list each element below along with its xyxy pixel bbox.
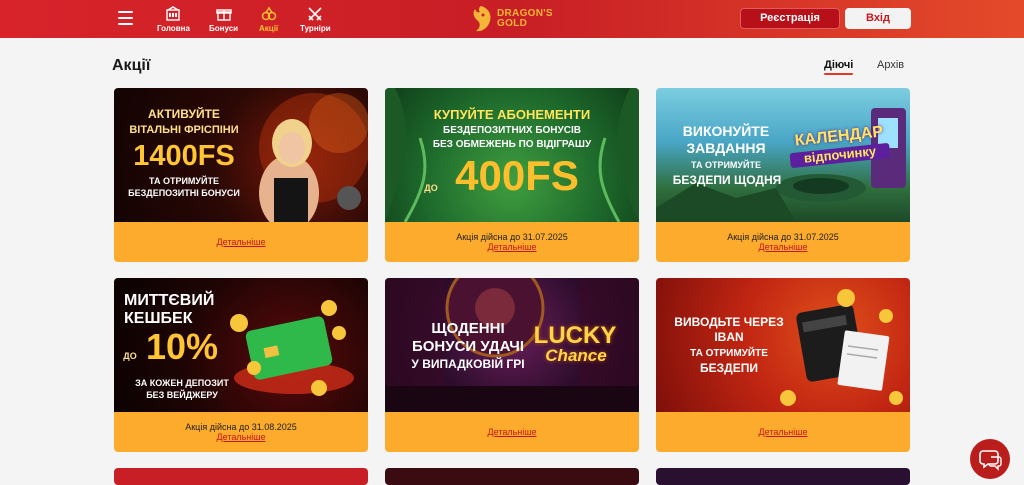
casino-icon <box>166 6 181 21</box>
banner-line: ТА ОТРИМУЙТЕ <box>149 176 219 186</box>
promo-card[interactable]: КУПУЙТЕ АБОНЕМЕНТИ БЕЗДЕПОЗИТНИХ БОНУСІВ… <box>385 88 639 262</box>
banner-amount: 1400FS <box>133 140 235 172</box>
banner-logo-chance: Chance <box>545 346 607 365</box>
nav-item-home[interactable]: Головна <box>157 6 190 33</box>
dragon-icon <box>473 6 491 32</box>
login-button[interactable]: Вхід <box>845 8 911 29</box>
promo-banner-iban[interactable]: ВИВОДЬТЕ ЧЕРЕЗ IBAN ТА ОТРИМУЙТЕ БЕЗДЕПИ <box>656 278 910 412</box>
promo-card-footer: Детальніше <box>385 412 639 452</box>
banner-line: ТА ОТРИМУЙТЕ <box>690 348 768 359</box>
logo-line2: GOLD <box>497 18 528 29</box>
banner-line: АКТИВУЙТЕ <box>148 107 220 121</box>
banner-line: IBAN <box>714 330 744 344</box>
promo-card-footer: Детальніше <box>656 412 910 452</box>
support-chat-button[interactable] <box>970 439 1010 479</box>
swords-icon <box>308 7 322 21</box>
gift-icon <box>215 9 232 21</box>
banner-amount: 400FS <box>455 152 579 199</box>
details-link[interactable]: Детальніше <box>656 427 910 437</box>
promo-card[interactable]: ВИВОДЬТЕ ЧЕРЕЗ IBAN ТА ОТРИМУЙТЕ БЕЗДЕПИ… <box>656 278 910 452</box>
details-link[interactable]: Детальніше <box>385 427 639 437</box>
banner-line: БЕЗ ВЕЙДЖЕРУ <box>146 390 218 400</box>
page-title: Акції <box>112 57 151 74</box>
promo-card-partial[interactable] <box>385 468 639 485</box>
banner-line: ЗАВДАННЯ <box>686 140 766 156</box>
banner-line: ЩОДЕННІ <box>431 320 505 337</box>
chat-bubble-icon <box>979 450 1002 471</box>
promo-banner-cashback[interactable]: МИТТЄВИЙ КЕШБЕК ДО 10% ЗА КОЖЕН ДЕПОЗИТ … <box>114 278 368 412</box>
nav-item-tournaments[interactable]: Турніри <box>300 6 331 33</box>
details-link[interactable]: Детальніше <box>114 432 368 442</box>
banner-line: БОНУСИ УДАЧІ <box>411 338 525 355</box>
banner-line: БЕЗДЕПИ ЩОДНЯ <box>672 173 782 187</box>
banner-line: БЕЗДЕПОЗИТНІ БОНУСИ <box>128 188 240 198</box>
banner-line: МИТТЄВИЙ <box>124 292 215 309</box>
tab-active[interactable]: Діючі <box>824 59 854 75</box>
banner-amount: 10% <box>145 326 219 367</box>
promo-banner-freespins[interactable]: АКТИВУЙТЕ ВІТАЛЬНІ ФРІСПІНИ 1400FS ТА ОТ… <box>114 88 368 222</box>
nav-label-bonuses: Бонуси <box>209 24 239 33</box>
promo-icon <box>261 6 276 21</box>
banner-line: БЕЗДЕПИ <box>700 361 758 375</box>
banner-line: У ВИПАДКОВІЙ ГРІ <box>411 357 525 371</box>
promo-card[interactable]: ВИКОНУЙТЕ ЗАВДАННЯ ТА ОТРИМУЙТЕ БЕЗДЕПИ … <box>656 88 910 262</box>
nav-label-promotions: Акції <box>259 24 279 33</box>
banner-line: ЗА КОЖЕН ДЕПОЗИТ <box>135 378 229 388</box>
promo-banner-lucky-chance[interactable]: ЩОДЕННІ БОНУСИ УДАЧІ У ВИПАДКОВІЙ ГРІ LU… <box>385 278 639 412</box>
promo-card-partial[interactable] <box>114 468 368 485</box>
banner-line: ВИКОНУЙТЕ <box>682 123 770 139</box>
banner-line: ВІТАЛЬНІ ФРІСПІНИ <box>129 124 239 136</box>
promo-validity: Акція дійсна до 31.07.2025 <box>456 232 568 242</box>
promo-banner-calendar[interactable]: ВИКОНУЙТЕ ЗАВДАННЯ ТА ОТРИМУЙТЕ БЕЗДЕПИ … <box>656 88 910 222</box>
tab-archive[interactable]: Архів <box>877 59 904 71</box>
promo-card[interactable]: АКТИВУЙТЕ ВІТАЛЬНІ ФРІСПІНИ 1400FS ТА ОТ… <box>114 88 368 262</box>
banner-line: БЕЗ ОБМЕЖЕНЬ ПО ВІДІГРАШУ <box>432 139 592 150</box>
wallet-decoration <box>780 289 903 406</box>
banner-line: ВИВОДЬТЕ ЧЕРЕЗ <box>674 315 784 329</box>
dragons-gold-logo[interactable]: DRAGON'S GOLD <box>468 3 553 35</box>
promo-card-footer: Детальніше <box>114 222 368 262</box>
nav-label-home: Головна <box>157 24 190 33</box>
promo-card-footer: Акція дійсна до 31.07.2025 Детальніше <box>385 222 639 262</box>
promo-validity: Акція дійсна до 31.07.2025 <box>727 232 839 242</box>
banner-line: БЕЗДЕПОЗИТНИХ БОНУСІВ <box>443 125 581 136</box>
promo-validity: Акція дійсна до 31.08.2025 <box>185 422 297 432</box>
register-button[interactable]: Реєстрація <box>740 8 840 29</box>
menu-icon[interactable] <box>118 11 133 25</box>
promo-card[interactable]: ЩОДЕННІ БОНУСИ УДАЧІ У ВИПАДКОВІЙ ГРІ LU… <box>385 278 639 452</box>
banner-line: КУПУЙТЕ АБОНЕМЕНТИ <box>433 107 591 122</box>
promo-card-partial[interactable] <box>656 468 910 485</box>
nav-item-bonuses[interactable]: Бонуси <box>209 6 238 33</box>
promo-card[interactable]: МИТТЄВИЙ КЕШБЕК ДО 10% ЗА КОЖЕН ДЕПОЗИТ … <box>114 278 368 452</box>
banner-line: ТА ОТРИМУЙТЕ <box>691 160 761 170</box>
promo-card-footer: Акція дійсна до 31.08.2025 Детальніше <box>114 412 368 452</box>
details-link[interactable]: Детальніше <box>385 242 639 252</box>
nav-label-tournaments: Турніри <box>300 24 331 33</box>
details-link[interactable]: Детальніше <box>114 237 368 247</box>
details-link[interactable]: Детальніше <box>656 242 910 252</box>
nav-item-promotions[interactable]: Акції <box>259 6 278 33</box>
top-bar: Головна Бонуси Акції Турніри DRAGON'S GO… <box>0 0 1024 38</box>
promo-banner-subscriptions[interactable]: КУПУЙТЕ АБОНЕМЕНТИ БЕЗДЕПОЗИТНИХ БОНУСІВ… <box>385 88 639 222</box>
promo-card-footer: Акція дійсна до 31.07.2025 Детальніше <box>656 222 910 262</box>
